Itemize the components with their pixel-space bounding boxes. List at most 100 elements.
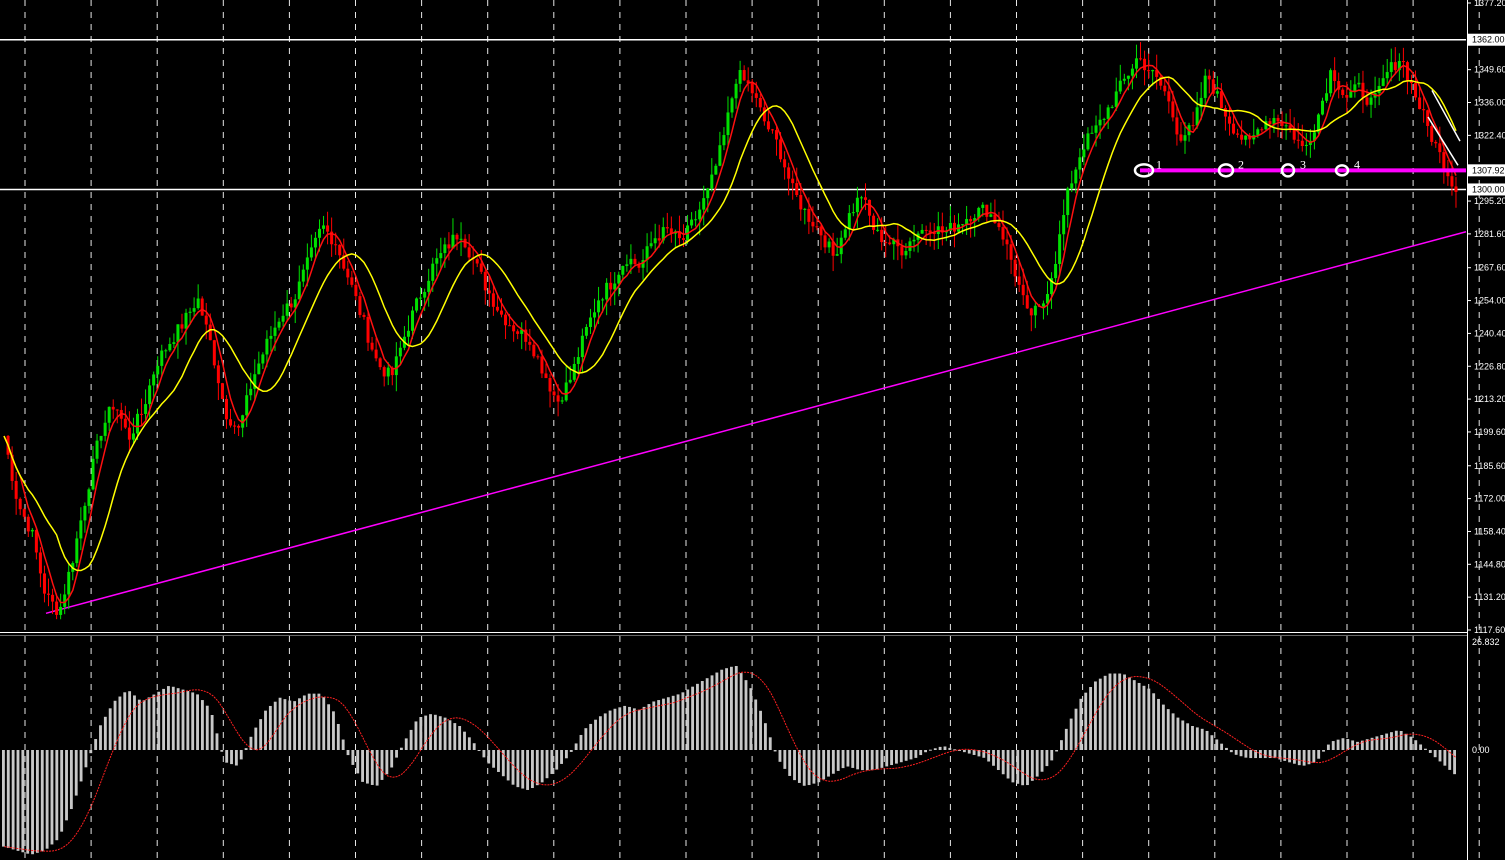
candle-body — [795, 183, 799, 196]
histogram-bar — [453, 723, 457, 750]
histogram-bar — [943, 746, 947, 750]
histogram-bar — [899, 750, 903, 763]
histogram-bar — [1390, 732, 1393, 750]
histogram-bar — [1433, 750, 1437, 758]
candle-body — [532, 344, 536, 357]
histogram-bar — [987, 750, 991, 762]
candle-body — [1329, 70, 1333, 94]
histogram-bar — [327, 704, 331, 750]
candle-body — [245, 395, 249, 416]
candle-body — [811, 221, 815, 227]
histogram-bar — [836, 750, 840, 771]
histogram-bar — [472, 743, 476, 750]
candle-body — [758, 97, 762, 108]
histogram-bar — [1394, 730, 1398, 750]
candle-body — [346, 268, 350, 278]
histogram-bar — [26, 750, 30, 854]
candle-body — [1442, 152, 1446, 172]
candle-body — [479, 263, 483, 272]
candle-body — [633, 258, 637, 265]
histogram-bar — [268, 705, 272, 750]
histogram-bar — [1103, 675, 1107, 750]
histogram-bar — [1234, 750, 1238, 755]
histogram-bar — [739, 673, 743, 750]
histogram-bar — [239, 750, 243, 760]
histogram-bar — [181, 689, 185, 750]
candle-body — [1191, 125, 1195, 127]
histogram-bar — [99, 725, 102, 750]
candle-body — [544, 373, 548, 379]
candle-body — [103, 422, 107, 436]
candle-body — [423, 291, 427, 298]
candle-body — [1054, 263, 1058, 279]
histogram-bar — [671, 695, 675, 750]
histogram-bar — [210, 714, 214, 750]
candle-body — [1195, 107, 1199, 126]
candle-body — [115, 409, 119, 411]
price-tick-label: 1322.40 — [1474, 130, 1505, 140]
histogram-bar — [414, 721, 418, 750]
candle-body — [1268, 121, 1272, 125]
histogram-bar — [948, 747, 952, 750]
histogram-bar — [108, 708, 112, 750]
candle-body — [754, 93, 758, 98]
candle-body — [123, 418, 127, 428]
histogram-bar — [351, 750, 355, 765]
candle-body — [1163, 85, 1167, 92]
candle-body — [981, 204, 985, 208]
histogram-bar — [1419, 744, 1423, 750]
candle-body — [1434, 141, 1438, 144]
histogram-bar — [443, 717, 447, 750]
candle-body — [807, 208, 811, 222]
candle-body — [184, 312, 188, 329]
price-tick-label: 1172.00 — [1474, 494, 1505, 504]
histogram-bar — [1074, 708, 1078, 750]
histogram-bar — [390, 750, 394, 768]
histogram-bar — [45, 750, 49, 849]
histogram-bar — [560, 750, 563, 764]
candle-body — [657, 238, 661, 241]
candle-body — [1260, 129, 1264, 131]
histogram-bar — [60, 750, 64, 832]
candle-body — [326, 225, 330, 232]
candle-body — [770, 129, 774, 131]
histogram-bar — [1200, 728, 1204, 750]
histogram-bar — [657, 700, 661, 750]
histogram-bar — [1030, 750, 1034, 781]
histogram-bar — [632, 708, 636, 750]
candle-body — [1341, 89, 1345, 96]
histogram-bar — [302, 695, 306, 750]
candle-body — [79, 520, 83, 539]
candle-body — [281, 315, 285, 322]
candle-body — [172, 342, 176, 344]
histogram-bar — [433, 714, 437, 750]
candle-body — [168, 343, 172, 351]
candle-body — [1296, 139, 1300, 141]
histogram-bar — [1244, 750, 1248, 758]
histogram-bar — [273, 701, 277, 750]
price-tick-label: 1377.20 — [1474, 0, 1505, 8]
histogram-bar — [1050, 750, 1054, 761]
histogram-bar — [992, 750, 995, 766]
candle-body — [690, 219, 694, 226]
histogram-bar — [171, 686, 175, 750]
histogram-bar — [1084, 692, 1088, 750]
candle-body — [791, 178, 795, 184]
histogram-bar — [200, 700, 204, 750]
candle-body — [261, 354, 265, 364]
histogram-bar — [220, 750, 224, 752]
indicator-tick-label: 0.00 — [1472, 745, 1490, 755]
histogram-bar — [928, 749, 932, 751]
candle-body — [313, 237, 317, 248]
histogram-bar — [463, 731, 466, 750]
histogram-bar — [1210, 735, 1214, 750]
histogram-bar — [681, 692, 685, 750]
candle-body — [1009, 244, 1013, 260]
histogram-bar — [1424, 748, 1427, 750]
candle-body — [665, 227, 669, 229]
candle-body — [851, 212, 855, 214]
histogram-bar — [1064, 728, 1068, 750]
candle-body — [969, 218, 973, 222]
candle-body — [1219, 91, 1223, 109]
histogram-bar — [332, 711, 335, 750]
